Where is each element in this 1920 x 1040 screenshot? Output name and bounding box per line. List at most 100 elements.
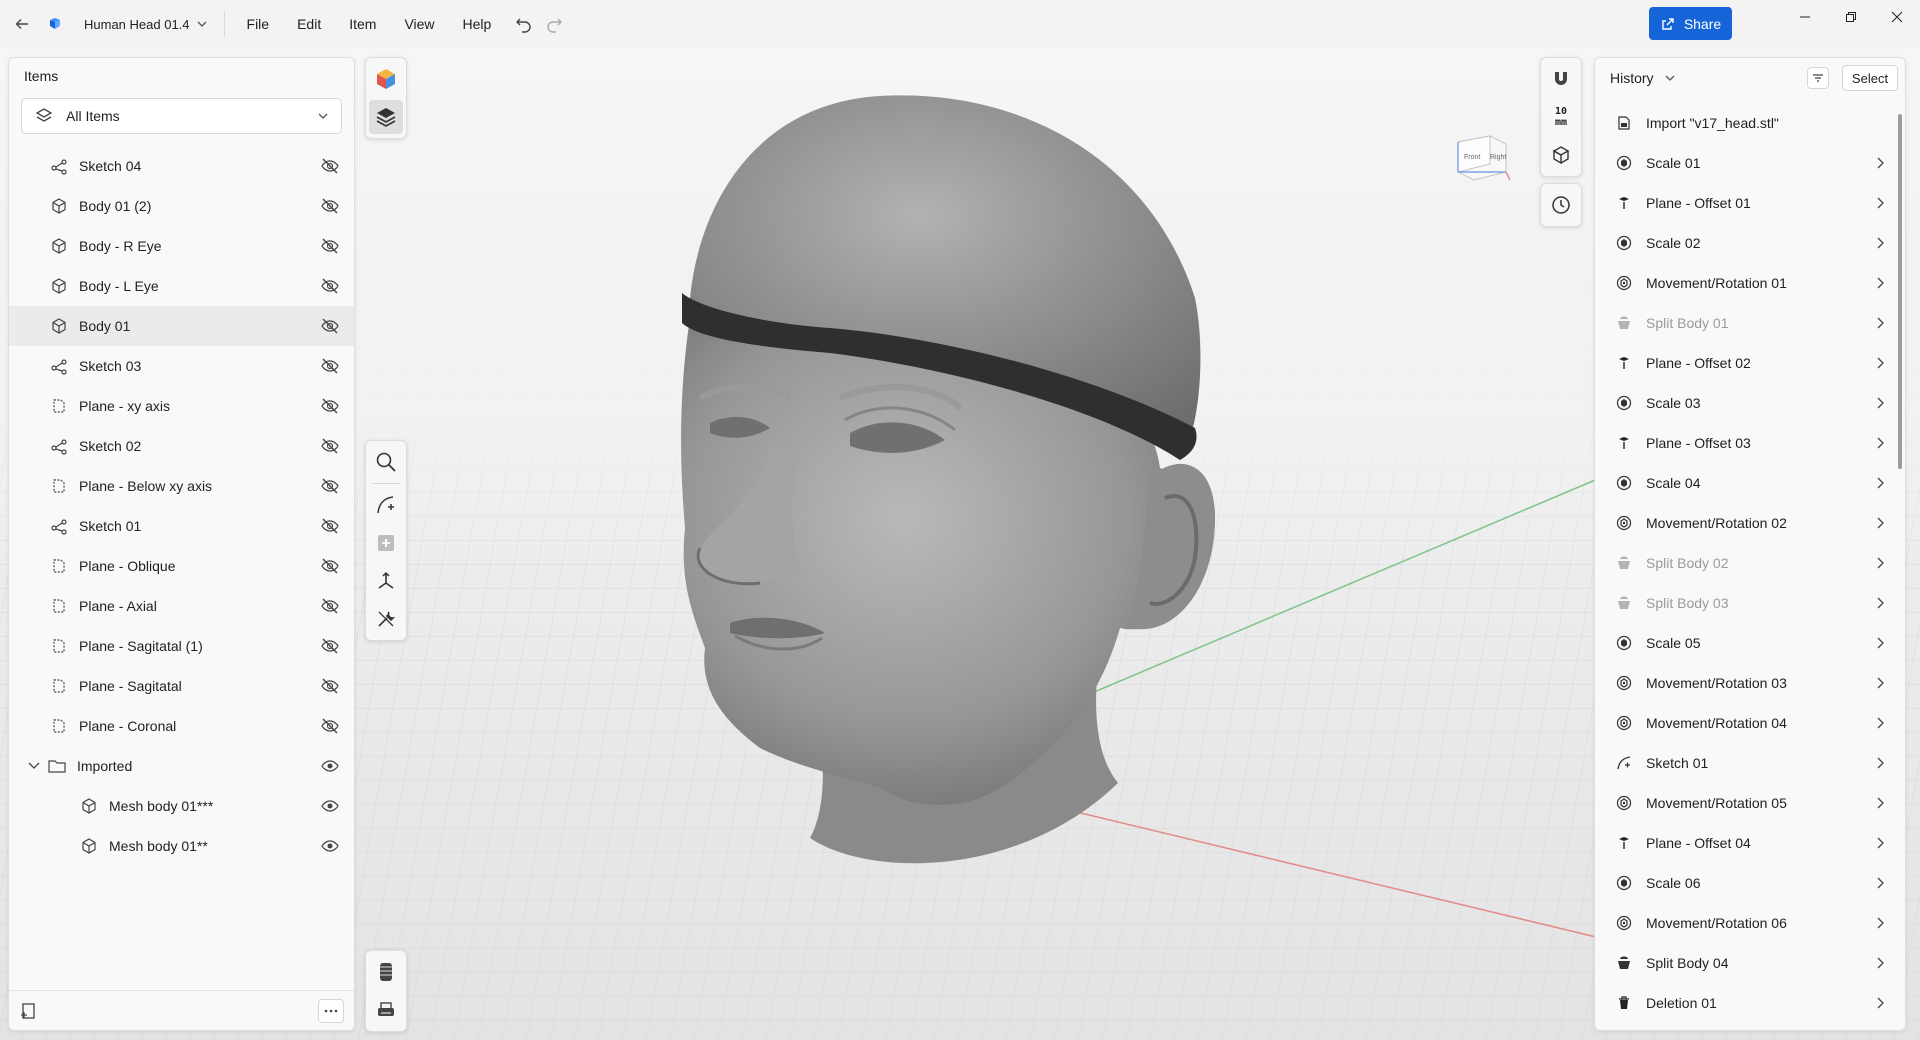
viewcube-front-face[interactable]: Front <box>1464 154 1480 161</box>
eye-off-icon[interactable] <box>320 196 340 216</box>
zoom-button[interactable] <box>369 445 403 479</box>
share-button[interactable]: Share <box>1649 7 1732 40</box>
transform-tool-button[interactable] <box>369 564 403 598</box>
view-cube[interactable]: Front Right <box>1450 128 1514 188</box>
add-primitive-button[interactable] <box>369 526 403 560</box>
tree-item-sketch-01[interactable]: Sketch 01 <box>9 506 354 546</box>
eye-off-icon[interactable] <box>320 636 340 656</box>
printer-button[interactable] <box>369 993 403 1027</box>
eye-off-icon[interactable] <box>320 556 340 576</box>
redo-button[interactable] <box>545 15 563 33</box>
history-item-movement-rotation-02[interactable]: Movement/Rotation 02 <box>1595 503 1895 543</box>
viewcube-right-face[interactable]: Right <box>1490 154 1506 161</box>
undo-button[interactable] <box>515 15 533 33</box>
menu-item[interactable]: Item <box>335 8 390 40</box>
eye-off-icon[interactable] <box>320 596 340 616</box>
measure-units-button[interactable]: 10 mm <box>1544 100 1578 134</box>
history-item-plane-offset-03[interactable]: Plane - Offset 03 <box>1595 423 1895 463</box>
menu-view[interactable]: View <box>390 8 448 40</box>
tree-item-sketch-04[interactable]: Sketch 04 <box>9 146 354 186</box>
history-item-scale-05[interactable]: Scale 05 <box>1595 623 1895 663</box>
eye-icon[interactable] <box>320 836 340 856</box>
tree-item-body-r-eye[interactable]: Body - R Eye <box>9 226 354 266</box>
chevron-right-icon[interactable] <box>1875 676 1885 690</box>
eye-off-icon[interactable] <box>320 476 340 496</box>
tree-item-body-01[interactable]: Body 01 <box>9 306 354 346</box>
chevron-right-icon[interactable] <box>1875 276 1885 290</box>
tree-item-plane-sagitatal[interactable]: Plane - Sagitatal <box>9 666 354 706</box>
eye-off-icon[interactable] <box>320 236 340 256</box>
eye-icon[interactable] <box>320 796 340 816</box>
history-item-import-v17-head-stl[interactable]: Import "v17_head.stl" <box>1595 103 1895 143</box>
more-options-button[interactable] <box>318 998 344 1023</box>
tree-item-sketch-03[interactable]: Sketch 03 <box>9 346 354 386</box>
eye-off-icon[interactable] <box>320 316 340 336</box>
history-item-split-body-04[interactable]: Split Body 04 <box>1595 943 1895 983</box>
tree-item-sketch-02[interactable]: Sketch 02 <box>9 426 354 466</box>
eye-off-icon[interactable] <box>320 276 340 296</box>
chevron-right-icon[interactable] <box>1875 836 1885 850</box>
history-toggle-button[interactable] <box>1544 188 1578 222</box>
chevron-right-icon[interactable] <box>1875 996 1885 1010</box>
snap-magnet-button[interactable] <box>1544 62 1578 96</box>
history-item-split-body-03[interactable]: Split Body 03 <box>1595 583 1895 623</box>
chevron-right-icon[interactable] <box>1875 196 1885 210</box>
add-item-button[interactable] <box>19 1001 39 1021</box>
chevron-right-icon[interactable] <box>1875 956 1885 970</box>
history-item-scale-04[interactable]: Scale 04 <box>1595 463 1895 503</box>
items-filter-dropdown[interactable]: All Items <box>21 98 342 134</box>
tree-item-plane-oblique[interactable]: Plane - Oblique <box>9 546 354 586</box>
history-scrollbar[interactable] <box>1897 104 1903 1022</box>
tree-item-plane-xy-axis[interactable]: Plane - xy axis <box>9 386 354 426</box>
eye-off-icon[interactable] <box>320 436 340 456</box>
chevron-right-icon[interactable] <box>1875 916 1885 930</box>
eye-off-icon[interactable] <box>320 156 340 176</box>
chevron-right-icon[interactable] <box>1875 356 1885 370</box>
history-dropdown[interactable]: History <box>1610 70 1676 86</box>
eye-off-icon[interactable] <box>320 356 340 376</box>
history-item-movement-rotation-04[interactable]: Movement/Rotation 04 <box>1595 703 1895 743</box>
tools-button[interactable] <box>369 602 403 636</box>
eye-off-icon[interactable] <box>320 516 340 536</box>
history-item-split-body-01[interactable]: Split Body 01 <box>1595 303 1895 343</box>
back-button[interactable] <box>0 0 44 48</box>
chevron-right-icon[interactable] <box>1875 636 1885 650</box>
history-item-deletion-01[interactable]: Deletion 01 <box>1595 983 1895 1023</box>
chevron-right-icon[interactable] <box>1875 436 1885 450</box>
chevron-right-icon[interactable] <box>1875 316 1885 330</box>
tree-item-mesh-body-01[interactable]: Mesh body 01** <box>9 826 354 866</box>
menu-edit[interactable]: Edit <box>283 8 335 40</box>
history-item-plane-offset-02[interactable]: Plane - Offset 02 <box>1595 343 1895 383</box>
eye-off-icon[interactable] <box>320 396 340 416</box>
history-select-button[interactable]: Select <box>1842 65 1898 91</box>
history-item-plane-offset-01[interactable]: Plane - Offset 01 <box>1595 183 1895 223</box>
chevron-right-icon[interactable] <box>1875 476 1885 490</box>
chevron-right-icon[interactable] <box>1875 876 1885 890</box>
chevron-right-icon[interactable] <box>1875 756 1885 770</box>
document-title-dropdown[interactable]: Human Head 01.4 <box>78 13 214 36</box>
shaded-view-button[interactable] <box>369 62 403 96</box>
history-item-plane-offset-04[interactable]: Plane - Offset 04 <box>1595 823 1895 863</box>
chevron-right-icon[interactable] <box>1875 556 1885 570</box>
history-item-movement-rotation-01[interactable]: Movement/Rotation 01 <box>1595 263 1895 303</box>
eye-off-icon[interactable] <box>320 716 340 736</box>
chevron-right-icon[interactable] <box>1875 716 1885 730</box>
tree-item-plane-coronal[interactable]: Plane - Coronal <box>9 706 354 746</box>
tree-item-body-l-eye[interactable]: Body - L Eye <box>9 266 354 306</box>
history-filter-button[interactable] <box>1807 67 1829 89</box>
tree-item-plane-below-xy-axis[interactable]: Plane - Below xy axis <box>9 466 354 506</box>
chevron-right-icon[interactable] <box>1875 396 1885 410</box>
menu-file[interactable]: File <box>233 8 284 40</box>
history-item-scale-02[interactable]: Scale 02 <box>1595 223 1895 263</box>
layers-view-button[interactable] <box>369 100 403 134</box>
orientation-button[interactable] <box>1544 138 1578 172</box>
tree-item-imported[interactable]: Imported <box>9 746 354 786</box>
eye-icon[interactable] <box>320 756 340 776</box>
tree-item-mesh-body-01[interactable]: Mesh body 01*** <box>9 786 354 826</box>
history-item-scale-03[interactable]: Scale 03 <box>1595 383 1895 423</box>
history-item-scale-06[interactable]: Scale 06 <box>1595 863 1895 903</box>
history-item-movement-rotation-05[interactable]: Movement/Rotation 05 <box>1595 783 1895 823</box>
history-item-scale-01[interactable]: Scale 01 <box>1595 143 1895 183</box>
tree-item-plane-axial[interactable]: Plane - Axial <box>9 586 354 626</box>
history-item-movement-rotation-06[interactable]: Movement/Rotation 06 <box>1595 903 1895 943</box>
